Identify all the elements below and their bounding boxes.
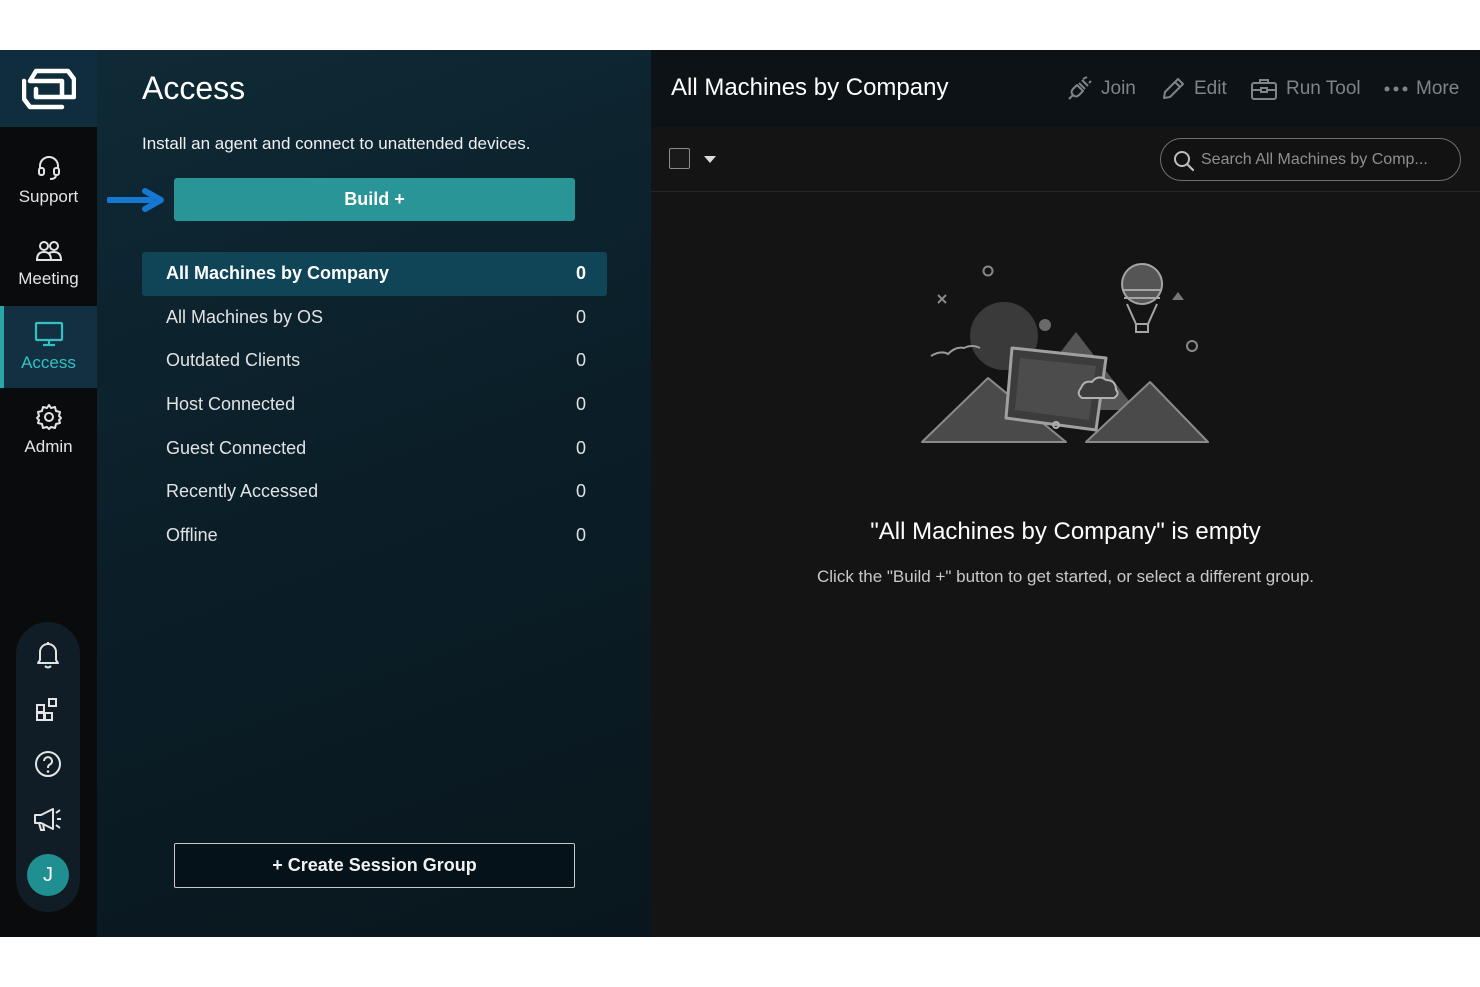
edit-label: Edit [1194, 78, 1227, 99]
announcements-button[interactable] [16, 799, 80, 839]
selection-dropdown-caret[interactable] [704, 156, 716, 163]
toolbox-icon [1251, 79, 1277, 100]
run-tool-label: Run Tool [1286, 78, 1361, 99]
group-name: Recently Accessed [166, 481, 319, 502]
group-count: 0 [575, 394, 586, 415]
extensions-icon [36, 698, 57, 721]
pointer-arrow-icon [107, 188, 164, 212]
help-icon [35, 751, 61, 777]
monitor-icon [34, 321, 63, 347]
group-name: All Machines by Company [166, 263, 390, 284]
select-all-checkbox[interactable] [669, 148, 690, 169]
logo-icon [21, 68, 76, 109]
access-panel: Access Install an agent and connect to u… [97, 50, 651, 937]
rail-item-meeting[interactable]: Meeting [0, 223, 97, 305]
group-item-guest-connected[interactable]: Guest Connected 0 [142, 426, 607, 470]
pencil-icon [1163, 78, 1184, 99]
rail-label-support: Support [18, 187, 79, 206]
search-box[interactable] [1160, 138, 1461, 181]
app-window: Support Meeting Access Admin J Access In… [0, 50, 1480, 937]
rail-utility-group: J [16, 622, 80, 912]
search-input[interactable] [1201, 148, 1451, 172]
gear-icon [35, 404, 62, 430]
more-dots-icon [1384, 86, 1408, 92]
group-count: 0 [575, 481, 586, 502]
rail-item-admin[interactable]: Admin [0, 389, 97, 471]
group-name: Host Connected [166, 394, 296, 415]
notifications-button[interactable] [16, 634, 80, 674]
rail-label-meeting: Meeting [18, 269, 79, 288]
bell-icon [37, 642, 59, 669]
people-icon [35, 241, 62, 261]
panel-title: Access [142, 70, 246, 106]
empty-state-subtitle: Click the "Build +" button to get starte… [816, 567, 1314, 586]
group-name: Guest Connected [166, 437, 307, 458]
join-button[interactable]: Join [1065, 74, 1136, 104]
empty-state-title: "All Machines by Company" is empty [870, 518, 1261, 545]
rail-item-support[interactable]: Support [0, 140, 97, 222]
build-button[interactable]: Build + [174, 178, 575, 221]
group-count: 0 [575, 524, 586, 545]
group-count: 0 [575, 263, 586, 284]
megaphone-icon [34, 808, 61, 831]
headset-icon [37, 156, 60, 180]
group-count: 0 [575, 437, 586, 458]
rail-item-access[interactable]: Access [0, 306, 97, 388]
more-label: More [1416, 78, 1460, 99]
plug-icon [1068, 76, 1092, 100]
group-item-all-machines-by-os[interactable]: All Machines by OS 0 [142, 296, 607, 340]
run-tool-button[interactable]: Run Tool [1250, 74, 1361, 104]
edit-button[interactable]: Edit [1160, 74, 1227, 104]
search-icon [1174, 151, 1195, 172]
session-group-list: All Machines by Company 0 All Machines b… [142, 252, 607, 557]
group-count: 0 [575, 306, 586, 327]
rail-label-admin: Admin [24, 437, 73, 456]
page-title: All Machines by Company [671, 74, 949, 101]
nav-rail: Support Meeting Access Admin J [0, 50, 97, 937]
group-item-offline[interactable]: Offline 0 [142, 514, 607, 558]
group-item-host-connected[interactable]: Host Connected 0 [142, 383, 607, 427]
extensions-button[interactable] [16, 689, 80, 729]
group-name: Offline [166, 524, 218, 545]
panel-description: Install an agent and connect to unattend… [142, 134, 531, 153]
group-item-all-machines-by-company[interactable]: All Machines by Company 0 [142, 252, 607, 296]
user-avatar[interactable]: J [27, 854, 69, 896]
group-name: All Machines by OS [166, 306, 324, 327]
help-button[interactable] [16, 744, 80, 784]
group-item-recently-accessed[interactable]: Recently Accessed 0 [142, 470, 607, 514]
group-item-outdated-clients[interactable]: Outdated Clients 0 [142, 339, 607, 383]
app-logo[interactable] [0, 50, 97, 127]
rail-label-access: Access [21, 353, 76, 372]
group-count: 0 [575, 350, 586, 371]
group-name: Outdated Clients [166, 350, 301, 371]
list-toolbar [651, 127, 1480, 192]
create-session-group-button[interactable]: + Create Session Group [174, 843, 575, 888]
main-header: All Machines by Company Join Edit Run To… [651, 50, 1480, 127]
join-label: Join [1101, 78, 1136, 99]
main-content: All Machines by Company Join Edit Run To… [651, 50, 1480, 937]
empty-state-illustration [921, 263, 1209, 443]
more-button[interactable]: More [1384, 74, 1459, 104]
